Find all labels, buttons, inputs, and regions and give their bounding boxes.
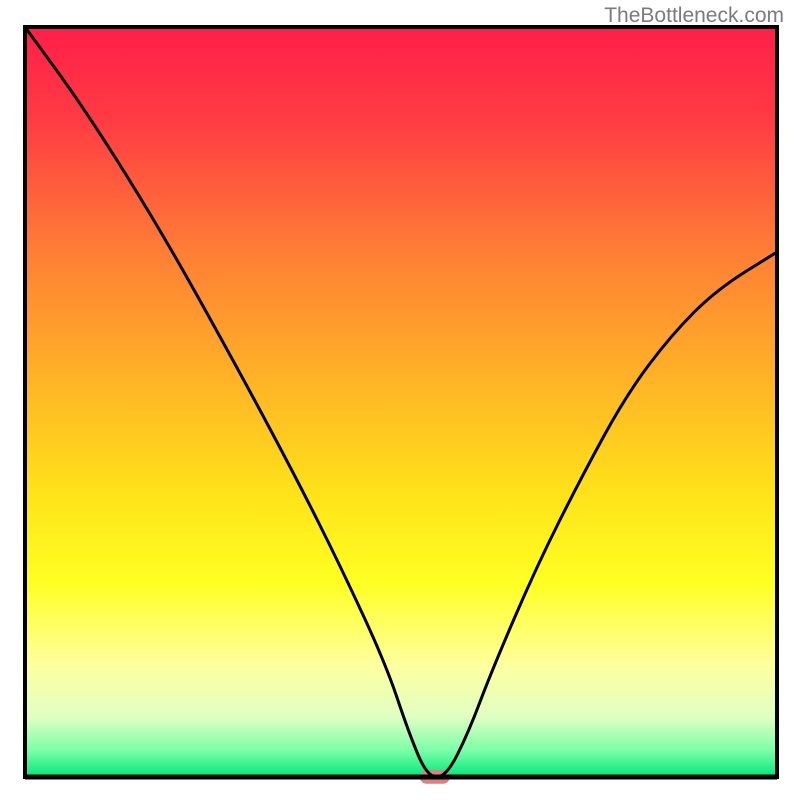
bottleneck-chart: TheBottleneck.com [0, 0, 800, 800]
attribution-label: TheBottleneck.com [604, 4, 784, 28]
gradient-background [25, 27, 777, 777]
chart-svg [0, 0, 800, 800]
